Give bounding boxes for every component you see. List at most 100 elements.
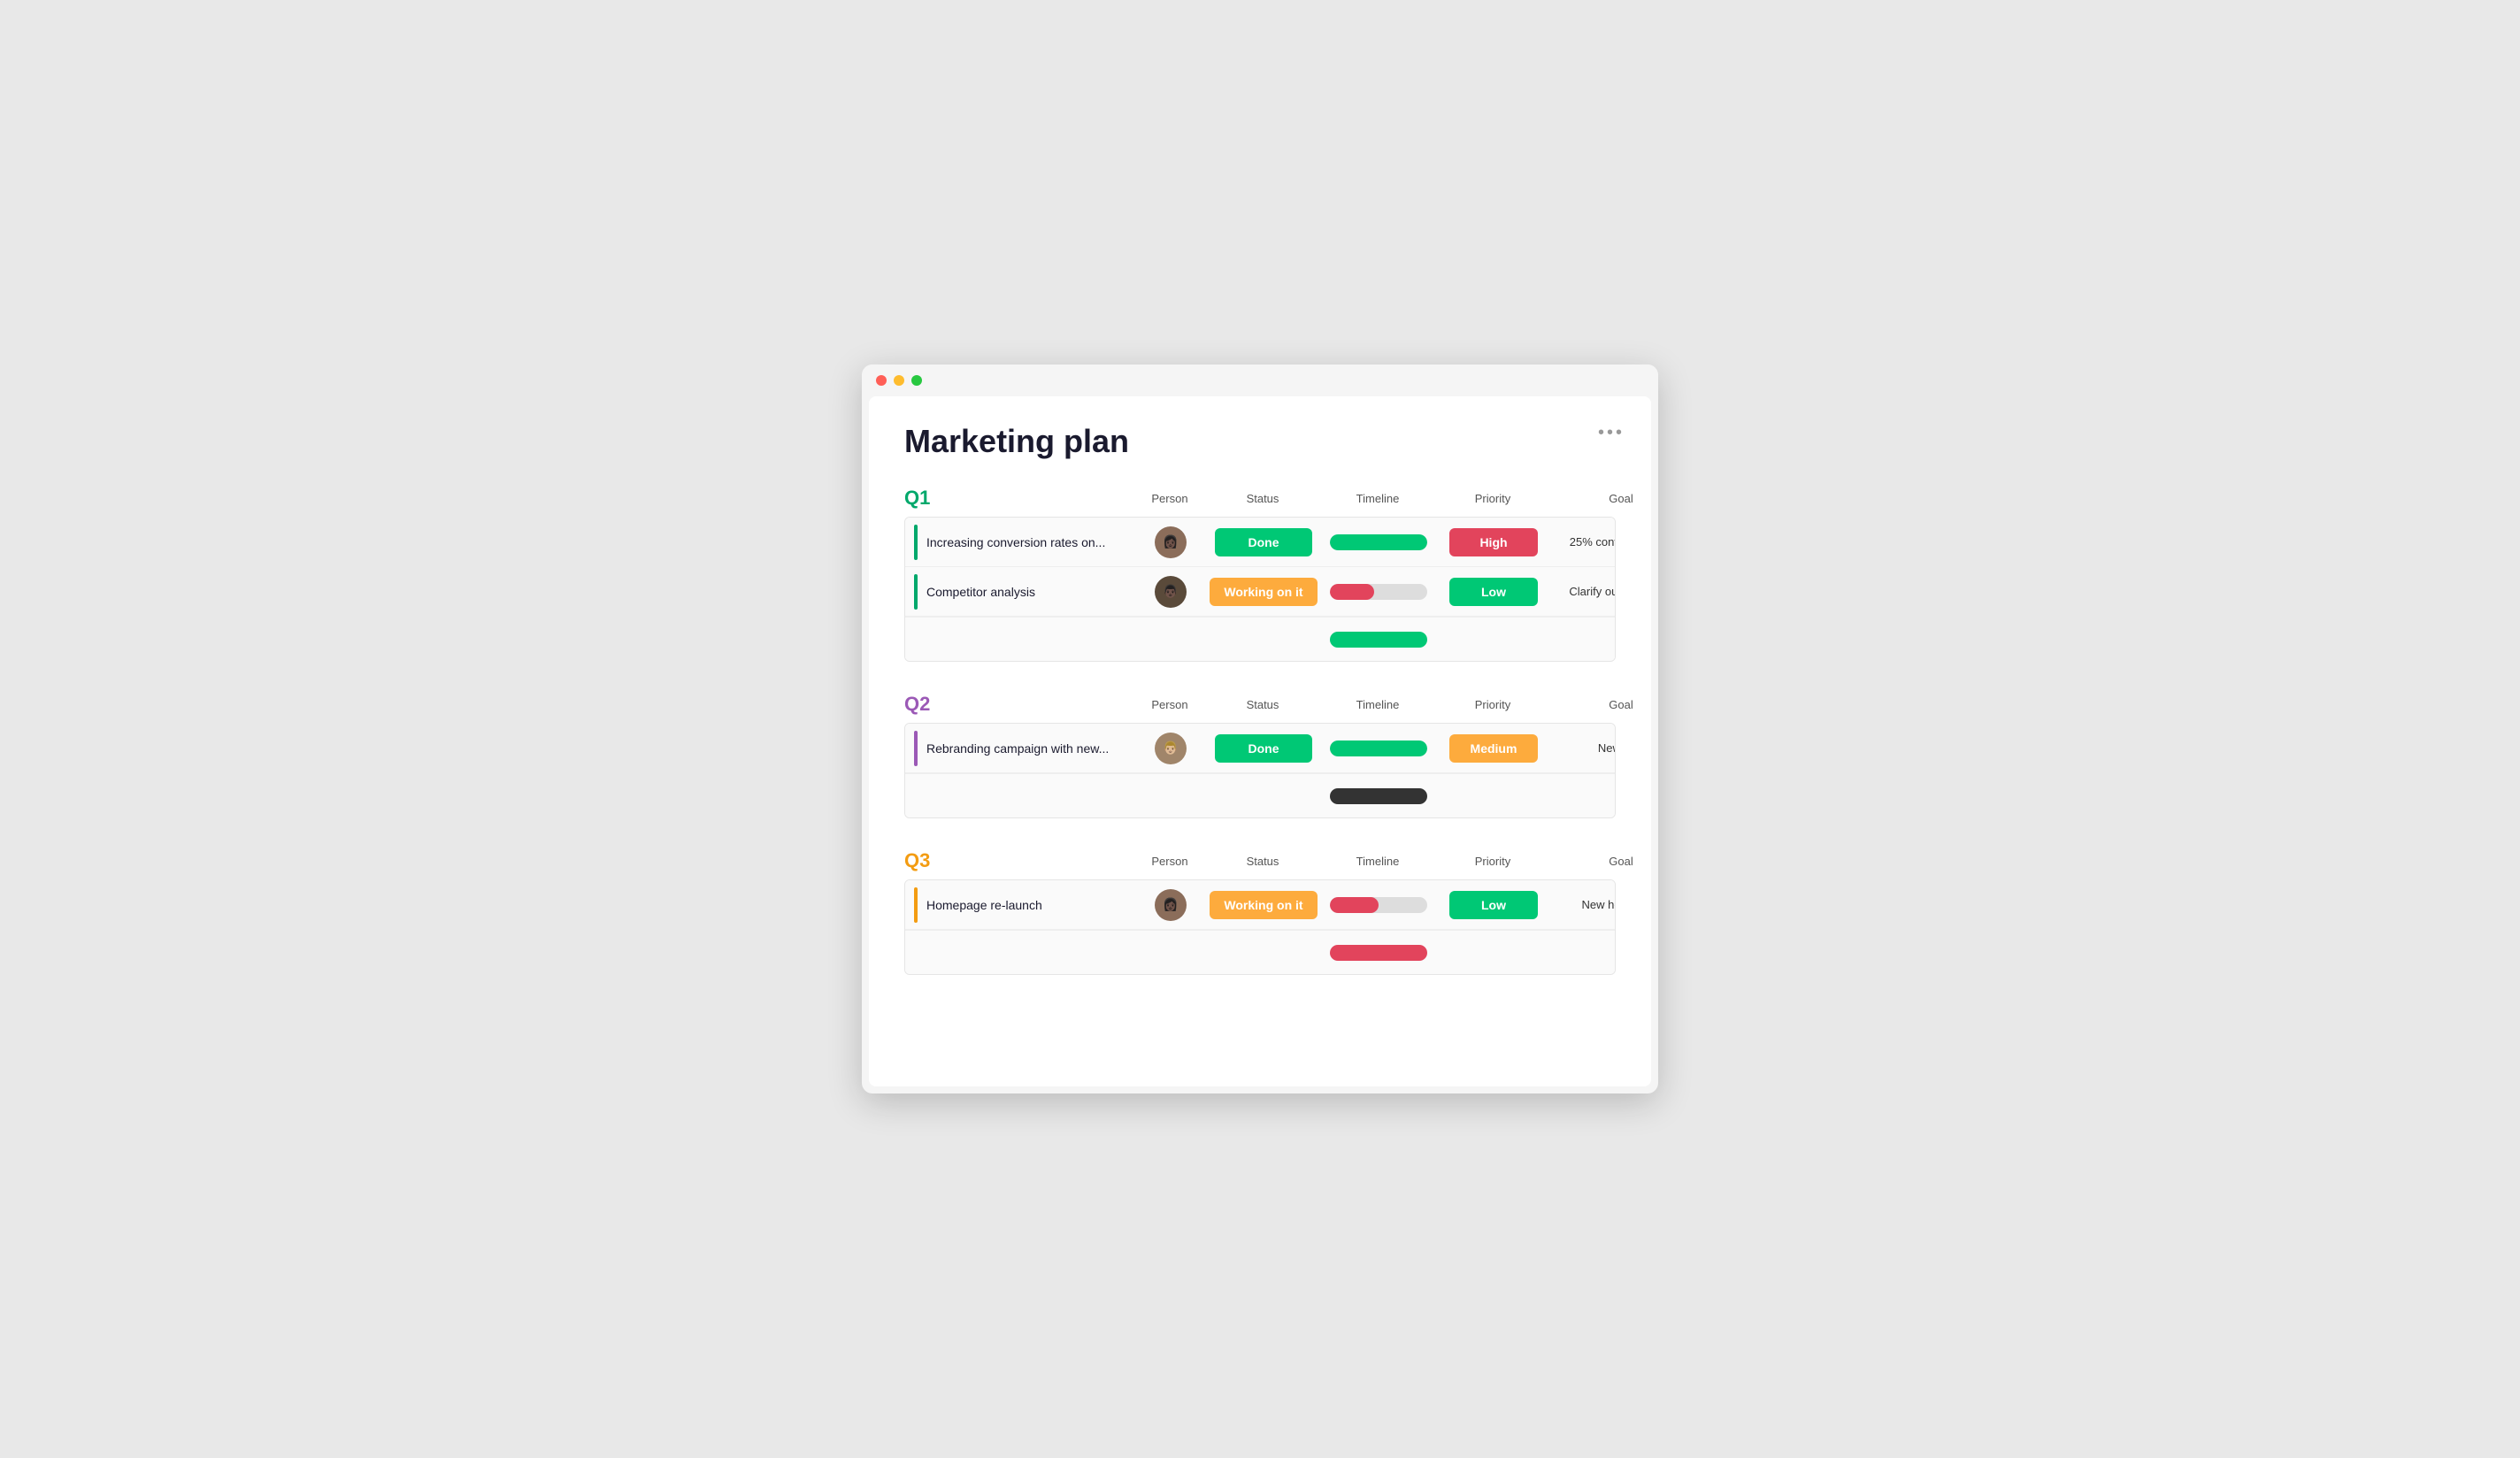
priority-badge[interactable]: Low: [1449, 891, 1538, 919]
col-goal: Goal: [1550, 855, 1658, 868]
task-name: Increasing conversion rates on...: [926, 535, 1105, 549]
section-header-q2: Q2 Person Status Timeline Priority Goal …: [904, 693, 1616, 716]
summary-row-q1: $6,200 sum: [905, 617, 1615, 661]
sum-bar: [1330, 945, 1427, 961]
rows-container-q3: Homepage re-launch 👩🏿 Working on it Low …: [904, 879, 1616, 975]
task-bar: [914, 525, 918, 560]
status-cell[interactable]: Done: [1206, 528, 1321, 556]
task-row-q1-0[interactable]: Increasing conversion rates on... 👩🏿 Don…: [905, 518, 1615, 567]
sum-timeline-cell: [1321, 632, 1436, 648]
task-row-q2-0[interactable]: Rebranding campaign with new... 👨🏼 Done …: [905, 724, 1615, 773]
more-options-button[interactable]: •••: [1598, 423, 1625, 443]
goal-cell: New logo: [1551, 741, 1616, 755]
priority-cell[interactable]: High: [1436, 528, 1551, 556]
section-q2: Q2 Person Status Timeline Priority Goal …: [904, 693, 1616, 818]
app-window: Marketing plan ••• Q1 Person Status Time…: [862, 364, 1658, 1094]
avatar-cell: 👨🏿: [1135, 576, 1206, 608]
timeline-fill: [1330, 584, 1374, 600]
timeline-cell: [1321, 897, 1436, 913]
priority-cell[interactable]: Low: [1436, 578, 1551, 606]
col-goal: Goal: [1550, 492, 1658, 505]
priority-cell[interactable]: Low: [1436, 891, 1551, 919]
summary-row-q2: $3,000 sum: [905, 773, 1615, 817]
close-dot[interactable]: [876, 375, 887, 386]
timeline-fill: [1330, 741, 1427, 756]
task-name-cell: Competitor analysis: [905, 574, 1135, 610]
col-status: Status: [1205, 855, 1320, 868]
section-title-q3: Q3: [904, 849, 1134, 872]
col-person: Person: [1134, 855, 1205, 868]
section-title-q1: Q1: [904, 487, 1134, 510]
timeline-bar: [1330, 741, 1427, 756]
task-bar: [914, 731, 918, 766]
status-badge[interactable]: Done: [1215, 734, 1312, 763]
avatar-cell: 👩🏿: [1135, 889, 1206, 921]
goal-cell: 25% conversion rate: [1551, 535, 1616, 549]
task-name: Rebranding campaign with new...: [926, 741, 1109, 756]
minimize-dot[interactable]: [894, 375, 904, 386]
timeline-bar: [1330, 534, 1427, 550]
status-cell[interactable]: Done: [1206, 734, 1321, 763]
timeline-cell: [1321, 534, 1436, 550]
task-name-cell: Increasing conversion rates on...: [905, 525, 1135, 560]
task-bar: [914, 574, 918, 610]
priority-badge[interactable]: Low: [1449, 578, 1538, 606]
task-name-cell: Homepage re-launch: [905, 887, 1135, 923]
col-priority: Priority: [1435, 698, 1550, 711]
col-priority: Priority: [1435, 855, 1550, 868]
sum-timeline-cell: [1321, 788, 1436, 804]
timeline-bar: [1330, 897, 1427, 913]
section-q3: Q3 Person Status Timeline Priority Goal …: [904, 849, 1616, 975]
col-status: Status: [1205, 492, 1320, 505]
task-name: Competitor analysis: [926, 585, 1035, 599]
page-title: Marketing plan: [904, 423, 1616, 460]
section-header-q3: Q3 Person Status Timeline Priority Goal …: [904, 849, 1616, 872]
col-goal: Goal: [1550, 698, 1658, 711]
avatar: 👩🏿: [1155, 526, 1187, 558]
task-row-q1-1[interactable]: Competitor analysis 👨🏿 Working on it Low…: [905, 567, 1615, 617]
goal-cell: New homepage: [1551, 898, 1616, 911]
col-person: Person: [1134, 492, 1205, 505]
section-title-q2: Q2: [904, 693, 1134, 716]
status-cell[interactable]: Working on it: [1206, 578, 1321, 606]
status-cell[interactable]: Working on it: [1206, 891, 1321, 919]
col-person: Person: [1134, 698, 1205, 711]
priority-badge[interactable]: Medium: [1449, 734, 1538, 763]
col-timeline: Timeline: [1320, 698, 1435, 711]
task-name-cell: Rebranding campaign with new...: [905, 731, 1135, 766]
timeline-fill: [1330, 897, 1379, 913]
priority-badge[interactable]: High: [1449, 528, 1538, 556]
task-name: Homepage re-launch: [926, 898, 1042, 912]
timeline-cell: [1321, 584, 1436, 600]
timeline-bar: [1330, 584, 1427, 600]
task-bar: [914, 887, 918, 923]
avatar: 👩🏿: [1155, 889, 1187, 921]
title-bar: [862, 364, 1658, 396]
rows-container-q1: Increasing conversion rates on... 👩🏿 Don…: [904, 517, 1616, 662]
avatar-cell: 👨🏼: [1135, 733, 1206, 764]
col-priority: Priority: [1435, 492, 1550, 505]
avatar: 👨🏿: [1155, 576, 1187, 608]
rows-container-q2: Rebranding campaign with new... 👨🏼 Done …: [904, 723, 1616, 818]
col-timeline: Timeline: [1320, 492, 1435, 505]
summary-row-q3: $4,550 sum: [905, 930, 1615, 974]
main-content: Marketing plan ••• Q1 Person Status Time…: [869, 396, 1651, 1086]
status-badge[interactable]: Done: [1215, 528, 1312, 556]
col-timeline: Timeline: [1320, 855, 1435, 868]
task-row-q3-0[interactable]: Homepage re-launch 👩🏿 Working on it Low …: [905, 880, 1615, 930]
timeline-fill: [1330, 534, 1427, 550]
avatar: 👨🏼: [1155, 733, 1187, 764]
section-q1: Q1 Person Status Timeline Priority Goal …: [904, 487, 1616, 662]
status-badge[interactable]: Working on it: [1210, 891, 1317, 919]
section-header-q1: Q1 Person Status Timeline Priority Goal …: [904, 487, 1616, 510]
sum-timeline-cell: [1321, 945, 1436, 961]
maximize-dot[interactable]: [911, 375, 922, 386]
sum-bar: [1330, 632, 1427, 648]
col-status: Status: [1205, 698, 1320, 711]
priority-cell[interactable]: Medium: [1436, 734, 1551, 763]
goal-cell: Clarify our main co...: [1551, 585, 1616, 598]
avatar-cell: 👩🏿: [1135, 526, 1206, 558]
sum-bar: [1330, 788, 1427, 804]
timeline-cell: [1321, 741, 1436, 756]
status-badge[interactable]: Working on it: [1210, 578, 1317, 606]
